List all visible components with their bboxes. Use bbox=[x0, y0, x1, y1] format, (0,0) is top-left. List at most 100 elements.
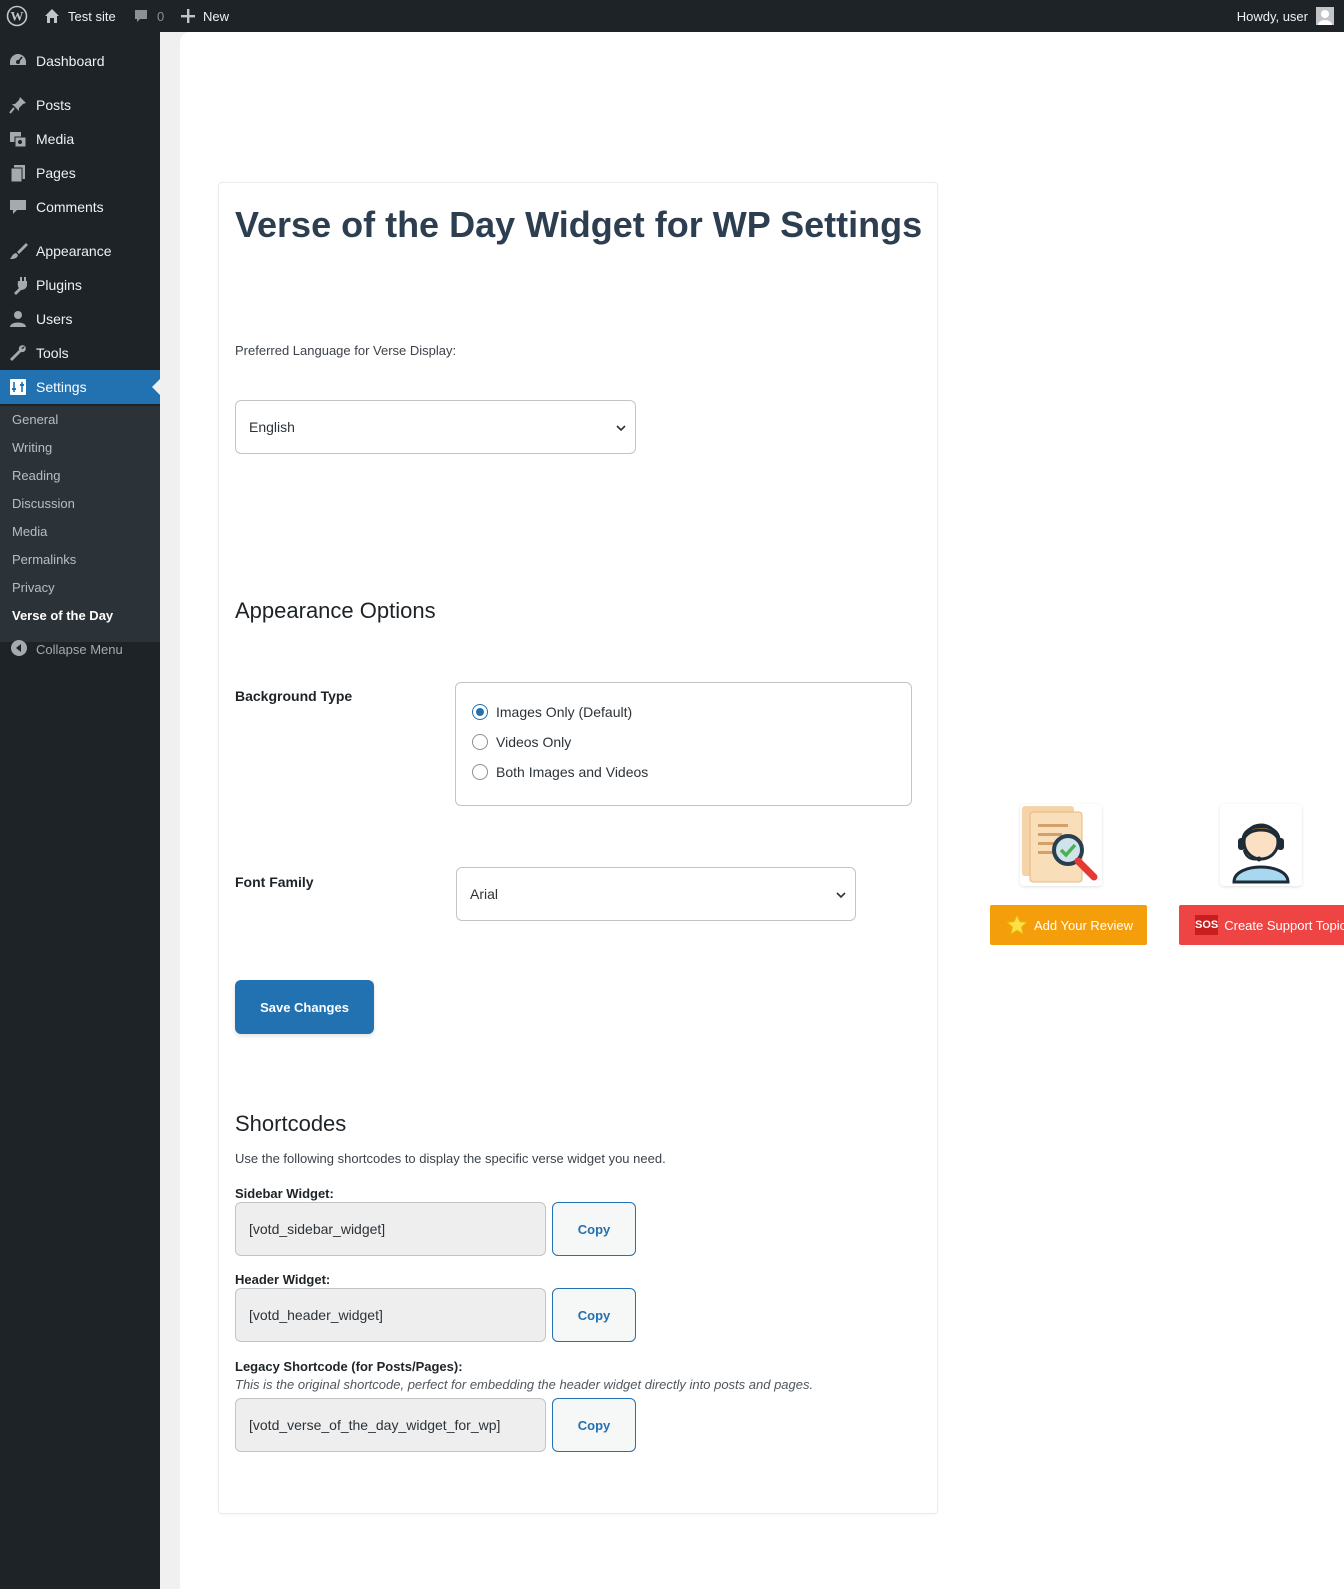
site-name-link[interactable]: Test site bbox=[44, 0, 116, 32]
sos-label: SOS bbox=[1195, 919, 1219, 931]
copy-legacy-shortcode-button[interactable]: Copy bbox=[552, 1398, 636, 1452]
shortcode-text: [votd_verse_of_the_day_widget_for_wp] bbox=[249, 1417, 501, 1433]
sidebar-widget-shortcode-field[interactable]: [votd_sidebar_widget] bbox=[235, 1202, 546, 1256]
sidebar-item-label: Media bbox=[36, 131, 75, 147]
header-widget-label: Header Widget: bbox=[235, 1272, 331, 1287]
pages-icon bbox=[8, 163, 28, 183]
create-support-topic-button[interactable]: SOS Create Support Topic bbox=[1179, 905, 1344, 945]
svg-text:W: W bbox=[11, 9, 24, 24]
review-illustration-icon bbox=[1020, 804, 1102, 886]
submenu-item-general[interactable]: General bbox=[12, 412, 58, 427]
plus-icon bbox=[181, 9, 195, 23]
radio-label: Images Only (Default) bbox=[496, 704, 633, 720]
shortcodes-heading: Shortcodes bbox=[235, 1111, 347, 1136]
sidebar-item-appearance[interactable]: Appearance bbox=[0, 234, 160, 268]
language-label: Preferred Language for Verse Display: bbox=[235, 343, 457, 358]
sidebar-item-label: Appearance bbox=[36, 243, 112, 259]
sidebar-item-dashboard[interactable]: Dashboard bbox=[0, 44, 160, 78]
legacy-shortcode-field[interactable]: [votd_verse_of_the_day_widget_for_wp] bbox=[235, 1398, 546, 1452]
radio-label: Videos Only bbox=[496, 734, 572, 750]
radio-videos-only[interactable]: Videos Only bbox=[472, 734, 571, 750]
save-changes-button[interactable]: Save Changes bbox=[235, 980, 374, 1034]
shortcodes-description: Use the following shortcodes to display … bbox=[235, 1151, 666, 1166]
comments-count: 0 bbox=[157, 8, 165, 24]
language-select[interactable]: English bbox=[235, 400, 636, 454]
legacy-shortcode-description: This is the original shortcode, perfect … bbox=[235, 1377, 814, 1392]
radio-images-only[interactable]: Images Only (Default) bbox=[472, 704, 632, 720]
font-family-select[interactable]: Arial bbox=[456, 867, 856, 921]
sidebar-item-users[interactable]: Users bbox=[0, 302, 160, 336]
wrench-icon bbox=[8, 343, 28, 363]
collapse-menu-label: Collapse Menu bbox=[36, 641, 123, 657]
sidebar-item-comments[interactable]: Comments bbox=[0, 190, 160, 224]
admin-bar: W Test site 0 New Howdy, user bbox=[0, 0, 1344, 32]
sidebar-item-label: Posts bbox=[36, 97, 72, 113]
avatar bbox=[1316, 7, 1334, 25]
comment-icon bbox=[8, 197, 28, 217]
header-widget-shortcode-field[interactable]: [votd_header_widget] bbox=[235, 1288, 546, 1342]
comment-icon bbox=[133, 8, 149, 24]
submenu-item-reading[interactable]: Reading bbox=[12, 468, 60, 483]
language-value: English bbox=[249, 419, 295, 435]
pin-icon bbox=[8, 95, 28, 115]
sidebar-item-posts[interactable]: Posts bbox=[0, 88, 160, 122]
sidebar-item-plugins[interactable]: Plugins bbox=[0, 268, 160, 302]
new-content-link[interactable]: New bbox=[181, 0, 229, 32]
sidebar-item-tools[interactable]: Tools bbox=[0, 336, 160, 370]
radio-label: Both Images and Videos bbox=[496, 764, 649, 780]
admin-sidebar: Dashboard Posts Media Pages Comments App… bbox=[0, 32, 160, 1589]
sidebar-item-settings[interactable]: Settings bbox=[0, 370, 160, 404]
add-review-button[interactable]: Add Your Review bbox=[990, 905, 1147, 945]
copy-sidebar-shortcode-button[interactable]: Copy bbox=[552, 1202, 636, 1256]
page-title: Verse of the Day Widget for WP Settings bbox=[235, 204, 923, 245]
add-review-label: Add Your Review bbox=[1034, 917, 1134, 933]
submenu-item-media[interactable]: Media bbox=[12, 524, 47, 539]
sidebar-item-label: Tools bbox=[36, 345, 69, 361]
font-family-value: Arial bbox=[470, 886, 499, 902]
settings-icon bbox=[8, 377, 28, 397]
create-support-topic-label: Create Support Topic bbox=[1224, 917, 1344, 933]
radio-button[interactable] bbox=[472, 764, 488, 780]
account-menu[interactable]: Howdy, user bbox=[1237, 0, 1334, 32]
wordpress-logo-icon[interactable]: W bbox=[6, 0, 28, 32]
sidebar-item-pages[interactable]: Pages bbox=[0, 156, 160, 190]
plugin-icon bbox=[8, 275, 28, 295]
submenu-item-verse-of-the-day[interactable]: Verse of the Day bbox=[12, 608, 113, 623]
new-label: New bbox=[203, 8, 230, 24]
chevron-down-icon bbox=[835, 888, 847, 904]
sidebar-item-label: Dashboard bbox=[36, 53, 105, 69]
copy-header-shortcode-button[interactable]: Copy bbox=[552, 1288, 636, 1342]
support-agent-icon bbox=[1220, 804, 1302, 886]
submenu-item-permalinks[interactable]: Permalinks bbox=[12, 552, 76, 567]
collapse-menu-button[interactable]: Collapse Menu bbox=[0, 632, 160, 666]
radio-button[interactable] bbox=[472, 704, 488, 720]
site-name: Test site bbox=[68, 8, 116, 24]
user-icon bbox=[8, 309, 28, 329]
settings-submenu: General Writing Reading Discussion Media… bbox=[0, 406, 160, 642]
appearance-heading: Appearance Options bbox=[235, 598, 436, 623]
sidebar-item-label: Settings bbox=[36, 379, 87, 395]
star-icon bbox=[1006, 914, 1028, 936]
sidebar-item-media[interactable]: Media bbox=[0, 122, 160, 156]
submenu-item-discussion[interactable]: Discussion bbox=[12, 496, 75, 511]
submenu-item-privacy[interactable]: Privacy bbox=[12, 580, 55, 595]
howdy-text: Howdy, user bbox=[1236, 8, 1308, 24]
background-type-label: Background Type bbox=[235, 688, 353, 704]
sos-icon: SOS bbox=[1195, 915, 1219, 935]
dashboard-icon bbox=[8, 51, 28, 71]
radio-button[interactable] bbox=[472, 734, 488, 750]
shortcode-text: [votd_sidebar_widget] bbox=[249, 1221, 386, 1237]
shortcode-text: [votd_header_widget] bbox=[249, 1307, 383, 1323]
sidebar-item-label: Users bbox=[36, 311, 73, 327]
radio-both[interactable]: Both Images and Videos bbox=[472, 764, 648, 780]
submenu-item-writing[interactable]: Writing bbox=[12, 440, 52, 455]
chevron-down-icon bbox=[615, 421, 627, 437]
sidebar-widget-label: Sidebar Widget: bbox=[235, 1186, 334, 1201]
brush-icon bbox=[8, 241, 28, 261]
comments-link[interactable]: 0 bbox=[133, 0, 164, 32]
sidebar-item-label: Plugins bbox=[36, 277, 82, 293]
sidebar-item-label: Pages bbox=[36, 165, 76, 181]
sidebar-item-label: Comments bbox=[36, 199, 104, 215]
collapse-arrow-icon bbox=[10, 639, 28, 660]
font-family-label: Font Family bbox=[235, 874, 314, 890]
